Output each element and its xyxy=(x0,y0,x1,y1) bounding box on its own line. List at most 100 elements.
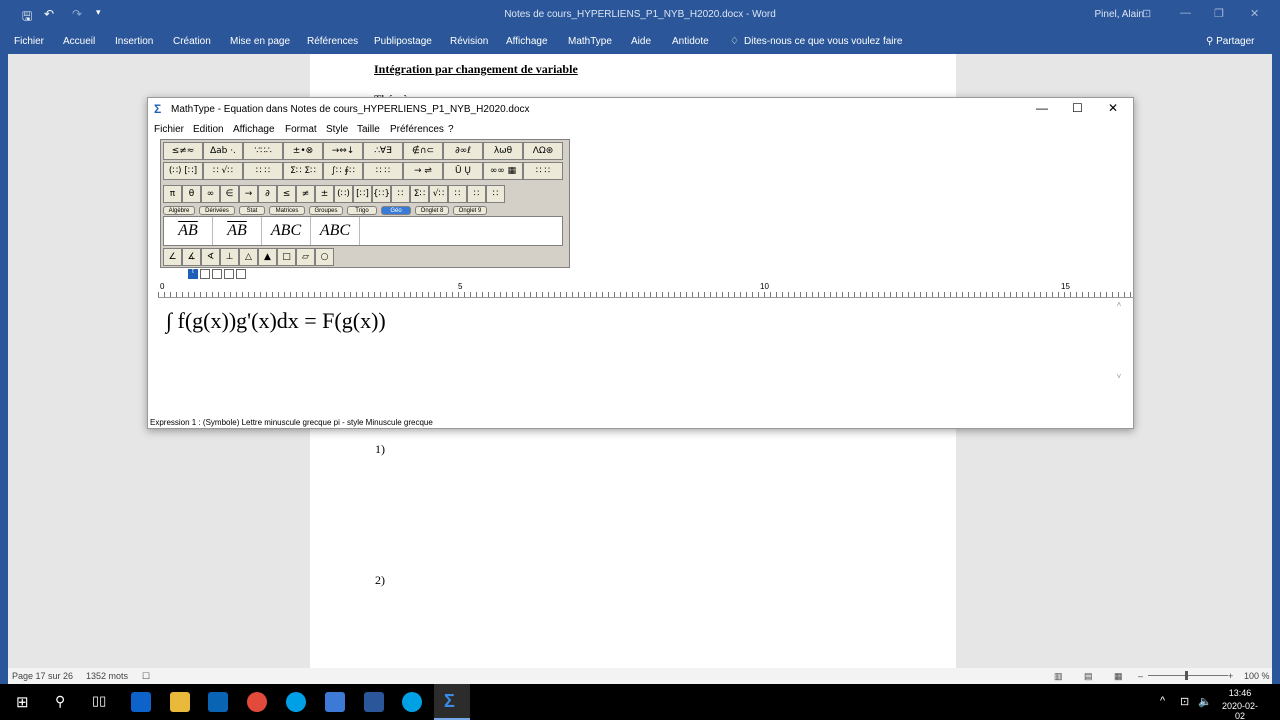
tab-affichage[interactable]: Affichage xyxy=(506,36,548,47)
proofing-icon[interactable]: ☐ xyxy=(142,671,150,682)
user-name[interactable]: Pinel, Alain xyxy=(1095,9,1144,20)
zoom-in-icon[interactable]: + xyxy=(1228,671,1233,681)
palette-row3-button-14[interactable]: √∷ xyxy=(429,185,448,203)
mt-menu-style[interactable]: Style xyxy=(326,124,348,135)
palette-row3-button-11[interactable]: {∷} xyxy=(372,185,391,203)
mt-menu-help[interactable]: ? xyxy=(448,124,454,135)
geo-button-5[interactable]: ▲ xyxy=(258,248,277,266)
zoom-out-icon[interactable]: – xyxy=(1138,671,1143,681)
file-explorer-icon[interactable] xyxy=(170,692,190,712)
vertical-scrollbar[interactable]: ˄ ˅ xyxy=(1114,300,1124,400)
palette-row3-button-7[interactable]: ≠ xyxy=(296,185,315,203)
palette-tab-6[interactable]: Géo xyxy=(381,206,411,215)
tab-revision[interactable]: Révision xyxy=(450,36,488,47)
app-icon[interactable] xyxy=(325,692,345,712)
equation-editor[interactable]: ∫ f(g(x))g'(x)dx = F(g(x)) ˄ ˅ xyxy=(156,300,1124,410)
palette-row3-button-15[interactable]: ∷ xyxy=(448,185,467,203)
palette-row3-button-2[interactable]: ∞ xyxy=(201,185,220,203)
task-view-icon[interactable]: ▯▯ xyxy=(92,693,106,709)
mt-minimize-icon[interactable]: — xyxy=(1036,101,1048,115)
edge-icon[interactable] xyxy=(131,692,151,712)
palette-row3-button-0[interactable]: π xyxy=(163,185,182,203)
share-button[interactable]: ⚲ Partager xyxy=(1206,36,1254,47)
palette-row2-button-3[interactable]: Σ∷ Σ∷ xyxy=(283,162,323,180)
palette-row3-button-12[interactable]: ∷ xyxy=(391,185,410,203)
geo-button-8[interactable]: ○ xyxy=(315,248,334,266)
palette-row2-button-8[interactable]: ∞∞ ▦ xyxy=(483,162,523,180)
palette-tab-0[interactable]: Algèbre xyxy=(163,206,195,215)
palette-row2-button-4[interactable]: ∫∷ ∮∷ xyxy=(323,162,363,180)
palette-row3-button-1[interactable]: θ xyxy=(182,185,201,203)
palette-row1-button-9[interactable]: ΛΩ⊛ xyxy=(523,142,563,160)
tab-references[interactable]: Références xyxy=(307,36,358,47)
palette-tab-3[interactable]: Matrices xyxy=(269,206,305,215)
palette-row1-button-7[interactable]: ∂∞ℓ xyxy=(443,142,483,160)
mt-close-icon[interactable]: ✕ xyxy=(1108,101,1118,115)
tab-insertion[interactable]: Insertion xyxy=(115,36,153,47)
mt-menu-edition[interactable]: Edition xyxy=(193,124,224,135)
close-icon[interactable]: ✕ xyxy=(1250,7,1259,20)
minimize-icon[interactable]: — xyxy=(1180,7,1191,19)
geo-template-1[interactable]: AB xyxy=(213,217,262,245)
palette-row2-button-7[interactable]: Ū Ų xyxy=(443,162,483,180)
clock[interactable]: 13:46 2020-02-02 xyxy=(1218,688,1262,720)
palette-row2-button-2[interactable]: ∷ ∷ xyxy=(243,162,283,180)
palette-tab-5[interactable]: Trigo xyxy=(347,206,377,215)
palette-row3-button-17[interactable]: ∷ xyxy=(486,185,505,203)
page-count[interactable]: Page 17 sur 26 xyxy=(12,671,73,681)
tab-creation[interactable]: Création xyxy=(173,36,211,47)
palette-row2-button-0[interactable]: (∷) [∷] xyxy=(163,162,203,180)
palette-row2-button-9[interactable]: ∷ ∷ xyxy=(523,162,563,180)
palette-row1-button-4[interactable]: →⇔↓ xyxy=(323,142,363,160)
palette-row3-button-3[interactable]: ∈ xyxy=(220,185,239,203)
word-count[interactable]: 1352 mots xyxy=(86,671,128,681)
palette-tab-8[interactable]: Onglet 9 xyxy=(453,206,487,215)
equation-text[interactable]: ∫ f(g(x))g'(x)dx = F(g(x)) xyxy=(166,308,386,334)
size-button-4[interactable] xyxy=(224,269,234,279)
mt-menu-affichage[interactable]: Affichage xyxy=(233,124,275,135)
mt-menu-preferences[interactable]: Préférences xyxy=(390,124,444,135)
palette-row1-button-6[interactable]: ∉∩⊂ xyxy=(403,142,443,160)
size-t-button[interactable]: t xyxy=(188,269,198,279)
tab-fichier[interactable]: Fichier xyxy=(14,36,44,47)
palette-row3-button-13[interactable]: Σ∷ xyxy=(410,185,429,203)
ruler[interactable]: 0 5 10 15 xyxy=(158,280,1133,298)
outlook-icon[interactable] xyxy=(208,692,228,712)
word-icon[interactable] xyxy=(364,692,384,712)
mathtype-window[interactable]: Σ MathType - Equation dans Notes de cour… xyxy=(147,97,1134,429)
geo-button-6[interactable]: □ xyxy=(277,248,296,266)
chrome-icon[interactable] xyxy=(247,692,267,712)
geo-template-3[interactable]: ABC xyxy=(311,217,360,245)
size-button-2[interactable] xyxy=(200,269,210,279)
palette-row1-button-0[interactable]: ≤≠≈ xyxy=(163,142,203,160)
mathtype-taskbar-button[interactable]: Σ xyxy=(434,684,470,720)
palette-tab-1[interactable]: Dérivées xyxy=(199,206,235,215)
mt-maximize-icon[interactable]: ☐ xyxy=(1072,101,1083,115)
geo-button-4[interactable]: △ xyxy=(239,248,258,266)
tab-mathtype[interactable]: MathType xyxy=(568,36,612,47)
tell-me-box[interactable]: Dites-nous ce que vous voulez faire xyxy=(744,36,902,47)
mt-menu-taille[interactable]: Taille xyxy=(357,124,380,135)
volume-icon[interactable]: 🔈 xyxy=(1198,695,1212,708)
palette-row1-button-1[interactable]: ∆ab ·. xyxy=(203,142,243,160)
tab-accueil[interactable]: Accueil xyxy=(63,36,95,47)
skype-business-icon[interactable] xyxy=(402,692,422,712)
mt-menu-format[interactable]: Format xyxy=(285,124,317,135)
palette-tab-4[interactable]: Groupes xyxy=(309,206,343,215)
web-layout-icon[interactable]: ▦ xyxy=(1114,671,1123,682)
palette-tab-7[interactable]: Onglet 8 xyxy=(415,206,449,215)
search-icon[interactable]: ⚲ xyxy=(55,693,65,710)
geo-template-2[interactable]: ABC xyxy=(262,217,311,245)
geo-template-0[interactable]: AB xyxy=(164,217,213,245)
palette-row3-button-4[interactable]: → xyxy=(239,185,258,203)
palette-row3-button-10[interactable]: [∷] xyxy=(353,185,372,203)
size-button-3[interactable] xyxy=(212,269,222,279)
palette-row3-button-6[interactable]: ≤ xyxy=(277,185,296,203)
geo-button-0[interactable]: ∠ xyxy=(163,248,182,266)
tab-antidote[interactable]: Antidote xyxy=(672,36,709,47)
print-layout-icon[interactable]: ▤ xyxy=(1084,671,1093,682)
tab-aide[interactable]: Aide xyxy=(631,36,651,47)
tray-chevron-icon[interactable]: ^ xyxy=(1160,695,1165,707)
maximize-icon[interactable]: ❐ xyxy=(1214,7,1224,20)
geo-button-2[interactable]: ∢ xyxy=(201,248,220,266)
